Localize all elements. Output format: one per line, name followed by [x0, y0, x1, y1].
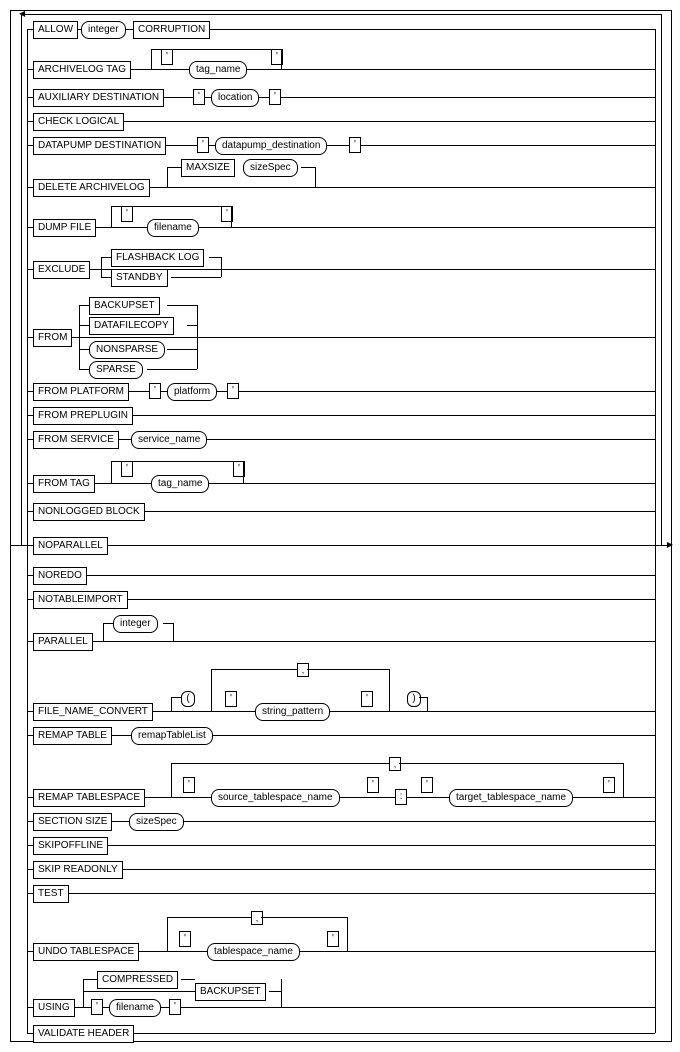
row-test-rail	[27, 893, 655, 894]
row-dump-rail	[27, 227, 655, 228]
kw-from-tag: FROM TAG	[33, 475, 95, 493]
kw-archivelog-tag: ARCHIVELOG TAG	[33, 61, 131, 79]
row-parallel-rail	[27, 641, 655, 642]
lparen-fnc: (	[181, 691, 195, 707]
quote-using-1: '	[91, 999, 103, 1015]
kw-skip-readonly: SKIP READONLY	[33, 861, 123, 879]
row-skipoff-rail	[27, 845, 655, 846]
row-fservice-rail	[27, 439, 655, 440]
nt-allow-integer: integer	[81, 21, 126, 39]
quote-dp-1: '	[197, 137, 209, 153]
nt-aux-location: location	[211, 89, 259, 107]
kw-dump-file: DUMP FILE	[33, 219, 96, 237]
quote-undo-1: '	[179, 931, 191, 947]
quote-dump-1: '	[121, 206, 133, 222]
kw-from: FROM	[33, 329, 72, 347]
kw-dp-dest: DATAPUMP DESTINATION	[33, 137, 166, 155]
main-rail	[11, 545, 671, 546]
quote-dp-2: '	[349, 137, 361, 153]
kw-from-backupset: BACKUPSET	[89, 297, 160, 315]
row-noredo-rail	[27, 575, 655, 576]
quote-using-2: '	[169, 999, 181, 1015]
kw-nonlogged-block: NONLOGGED BLOCK	[33, 503, 145, 521]
kw-maxsize: MAXSIZE	[181, 159, 235, 177]
kw-using-compressed: COMPRESSED	[97, 971, 178, 989]
kw-from-nonsparse: NONSPARSE	[89, 341, 165, 359]
kw-from-service: FROM SERVICE	[33, 431, 119, 449]
kw-notableimport: NOTABLEIMPORT	[33, 591, 128, 609]
row-from-rail	[27, 337, 655, 338]
kw-test: TEST	[33, 885, 69, 903]
left-bus	[27, 29, 28, 1033]
quote-ftag-1: '	[121, 461, 133, 477]
kw-file-name-convert: FILE_NAME_CONVERT	[33, 703, 153, 721]
kw-check-logical: CHECK LOGICAL	[33, 113, 124, 131]
kw-corruption: CORRUPTION	[133, 21, 210, 39]
outer-loop-top	[21, 14, 661, 15]
quote-rts-3: '	[421, 777, 433, 793]
nt-dump-filename: filename	[147, 219, 199, 237]
kw-from-platform: FROM PLATFORM	[33, 383, 129, 401]
kw-parallel: PARALLEL	[33, 633, 93, 651]
kw-remap-tablespace: REMAP TABLESPACE	[33, 789, 145, 807]
kw-validate-header: VALIDATE HEADER	[33, 1025, 134, 1043]
comma-undo: ,	[251, 911, 263, 925]
kw-remap-table: REMAP TABLE	[33, 727, 112, 745]
nt-delarch-sizespec: sizeSpec	[243, 159, 298, 177]
kw-from-preplugin: FROM PREPLUGIN	[33, 407, 133, 425]
rparen-fnc: )	[407, 691, 421, 707]
quote-rts-1: '	[183, 777, 195, 793]
nt-dp-dest: datapump_destination	[215, 137, 327, 155]
colon-rts: :	[395, 789, 407, 805]
kw-from-datafilecopy: DATAFILECOPY	[89, 317, 174, 335]
kw-delete-archivelog: DELETE ARCHIVELOG	[33, 179, 150, 197]
quote-rts-4: '	[603, 777, 615, 793]
row-remaptab-rail	[27, 735, 655, 736]
nt-tablespace-name: tablespace_name	[207, 943, 300, 961]
outer-loop-right	[661, 14, 662, 545]
quote-rts-2: '	[367, 777, 379, 793]
quote-fplat-2: '	[227, 383, 239, 399]
comma-fnc: ,	[297, 663, 309, 677]
nt-using-filename: filename	[109, 999, 161, 1017]
kw-standby: STANDBY	[111, 269, 168, 287]
kw-using-backupset: BACKUPSET	[195, 983, 266, 1001]
quote-arch-1: '	[161, 49, 173, 65]
kw-aux-dest: AUXILIARY DESTINATION	[33, 89, 164, 107]
nt-ftag-tagname: tag_name	[151, 475, 209, 493]
right-bus	[655, 29, 656, 1033]
kw-from-sparse: SPARSE	[89, 361, 143, 379]
quote-fnc-1: '	[225, 691, 237, 707]
quote-fplat-1: '	[149, 383, 161, 399]
kw-undo-tablespace: UNDO TABLESPACE	[33, 943, 139, 961]
nt-string-pattern: string_pattern	[255, 703, 330, 721]
kw-noredo: NOREDO	[33, 567, 87, 585]
kw-exclude: EXCLUDE	[33, 261, 90, 279]
row-section-rail	[27, 821, 655, 822]
nt-parallel-integer: integer	[113, 615, 158, 633]
nt-platform: platform	[167, 383, 217, 401]
kw-flashback-log: FLASHBACK LOG	[111, 249, 204, 267]
kw-skipoffline: SKIPOFFLINE	[33, 837, 108, 855]
nt-source-ts: source_tablespace_name	[211, 789, 340, 807]
nt-arch-tagname: tag_name	[189, 61, 247, 79]
kw-section-size: SECTION SIZE	[33, 813, 112, 831]
syntax-diagram: ALLOW integer CORRUPTION ARCHIVELOG TAG …	[10, 10, 672, 1042]
nt-target-ts: target_tablespace_name	[449, 789, 573, 807]
comma-rts: ,	[389, 757, 401, 771]
kw-allow: ALLOW	[33, 21, 78, 39]
quote-fnc-2: '	[361, 691, 373, 707]
quote-aux-1: '	[193, 89, 205, 105]
nt-remap-table-list: remapTableList	[131, 727, 213, 745]
row-ftag-rail	[27, 483, 655, 484]
outer-loop-left	[21, 14, 22, 545]
nt-service-name: service_name	[131, 431, 207, 449]
quote-aux-2: '	[269, 89, 281, 105]
kw-using: USING	[33, 999, 75, 1017]
quote-undo-2: '	[327, 931, 339, 947]
kw-noparallel: NOPARALLEL	[33, 537, 108, 555]
nt-section-sizespec: sizeSpec	[129, 813, 184, 831]
